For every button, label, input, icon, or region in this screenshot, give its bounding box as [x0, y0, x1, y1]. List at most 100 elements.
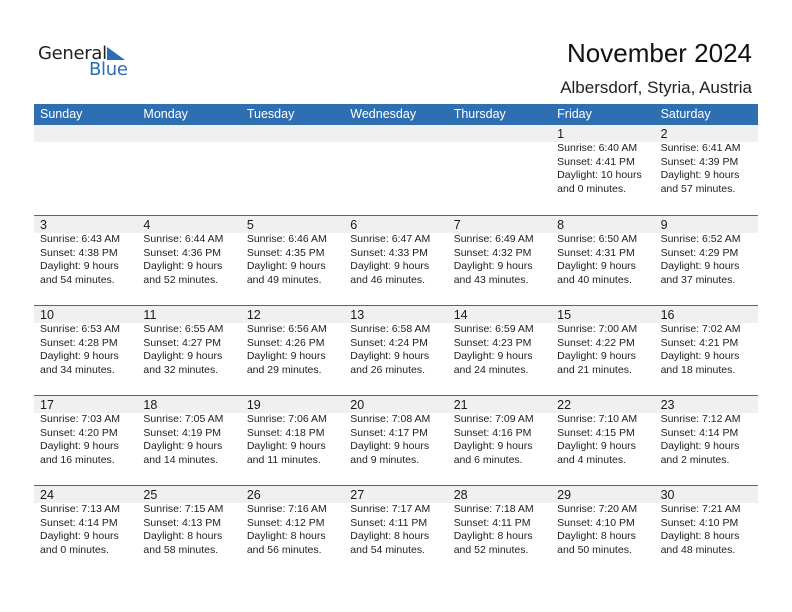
day-cell	[34, 125, 137, 215]
sunrise-text: Sunrise: 6:56 AM	[246, 323, 327, 335]
sunrise-text: Sunrise: 7:17 AM	[350, 503, 431, 515]
sunset-text: Sunset: 4:21 PM	[660, 336, 739, 349]
day-number: 1	[557, 127, 565, 141]
sunset-text: Sunset: 4:41 PM	[557, 155, 635, 168]
sunrise-text: Sunrise: 6:53 AM	[40, 323, 120, 335]
day-number: 20	[350, 398, 365, 412]
sunrise-text: Sunrise: 6:46 AM	[246, 233, 327, 245]
daylight-minutes-text: and 16 minutes.	[40, 453, 115, 466]
daylight-minutes-text: and 54 minutes.	[40, 273, 115, 286]
day-number: 24	[40, 488, 54, 502]
sunset-text: Sunset: 4:32 PM	[453, 246, 532, 259]
weekday-wednesday: Wednesday	[350, 107, 417, 121]
daylight-text: Daylight: 9 hours	[660, 260, 740, 272]
daylight-minutes-text: and 14 minutes.	[143, 453, 219, 466]
daylight-minutes-text: and 6 minutes.	[453, 453, 523, 466]
day-number: 4	[143, 218, 151, 232]
day-number: 22	[557, 398, 572, 412]
day-cell: 12 Sunrise: 6:56 AM Sunset: 4:26 PM Dayligh…	[241, 306, 344, 395]
day-number: 15	[557, 308, 572, 322]
week-row: 24 Sunrise: 7:13 AM Sunset: 4:14 PM Dayligh…	[34, 485, 758, 575]
sunrise-text: Sunrise: 6:50 AM	[557, 233, 638, 245]
daylight-text: Daylight: 9 hours	[453, 350, 533, 362]
daylight-text: Daylight: 9 hours	[40, 350, 119, 362]
day-number: 27	[350, 488, 365, 502]
daylight-minutes-text: and 37 minutes.	[660, 273, 736, 286]
weekday-friday: Friday	[557, 107, 592, 121]
day-number: 29	[557, 488, 572, 502]
day-number: 6	[350, 218, 358, 232]
daylight-text: Daylight: 9 hours	[40, 530, 119, 542]
day-cell: 13 Sunrise: 6:58 AM Sunset: 4:24 PM Dayligh…	[344, 306, 447, 395]
daylight-minutes-text: and 11 minutes.	[246, 453, 321, 466]
sunrise-text: Sunrise: 7:09 AM	[453, 413, 534, 425]
brand-name-blue: Blue	[89, 59, 128, 80]
sunrise-text: Sunrise: 7:02 AM	[660, 323, 741, 335]
daylight-minutes-text: and 49 minutes.	[246, 273, 322, 286]
daylight-minutes-text: and 57 minutes.	[660, 182, 736, 195]
day-number: 21	[453, 398, 468, 412]
daylight-minutes-text: and 52 minutes.	[453, 543, 529, 556]
sunrise-text: Sunrise: 6:59 AM	[453, 323, 534, 335]
sunset-text: Sunset: 4:14 PM	[40, 516, 118, 529]
day-number: 26	[246, 488, 261, 502]
sunrise-text: Sunrise: 7:00 AM	[557, 323, 638, 335]
daylight-text: Daylight: 9 hours	[246, 260, 326, 272]
daylight-minutes-text: and 0 minutes.	[557, 182, 627, 195]
day-number: 2	[660, 127, 668, 141]
week-row: 10 Sunrise: 6:53 AM Sunset: 4:28 PM Dayligh…	[34, 305, 758, 395]
sunrise-text: Sunrise: 7:16 AM	[246, 503, 327, 515]
day-cell: 29 Sunrise: 7:20 AM Sunset: 4:10 PM Dayligh…	[551, 486, 654, 575]
daylight-text: Daylight: 9 hours	[40, 440, 119, 452]
daylight-text: Daylight: 9 hours	[557, 350, 636, 362]
sunset-text: Sunset: 4:16 PM	[453, 426, 532, 439]
day-number: 7	[453, 218, 461, 232]
sunrise-text: Sunrise: 6:43 AM	[40, 233, 120, 245]
sunrise-text: Sunrise: 7:20 AM	[557, 503, 638, 515]
day-cell: 21 Sunrise: 7:09 AM Sunset: 4:16 PM Dayligh…	[448, 396, 551, 485]
daylight-minutes-text: and 48 minutes.	[660, 543, 736, 556]
sunrise-text: Sunrise: 7:06 AM	[246, 413, 327, 425]
daylight-text: Daylight: 9 hours	[660, 350, 740, 362]
day-cell	[448, 125, 551, 215]
day-number: 3	[40, 218, 47, 232]
daylight-minutes-text: and 34 minutes.	[40, 363, 115, 376]
week-row: 3 Sunrise: 6:43 AM Sunset: 4:38 PM Daylight…	[34, 215, 758, 305]
daylight-text: Daylight: 8 hours	[453, 530, 533, 542]
daylight-minutes-text: and 40 minutes.	[557, 273, 632, 286]
sunset-text: Sunset: 4:26 PM	[246, 336, 325, 349]
sunrise-text: Sunrise: 6:44 AM	[143, 233, 224, 245]
sunrise-text: Sunrise: 7:05 AM	[143, 413, 224, 425]
day-cell: 11 Sunrise: 6:55 AM Sunset: 4:27 PM Dayligh…	[137, 306, 240, 395]
day-cell: 5 Sunrise: 6:46 AM Sunset: 4:35 PM Daylight…	[241, 216, 344, 305]
weeks-container: 1 Sunrise: 6:40 AM Sunset: 4:41 PM Daylight…	[34, 125, 758, 575]
day-cell: 28 Sunrise: 7:18 AM Sunset: 4:11 PM Dayligh…	[448, 486, 551, 575]
sunset-text: Sunset: 4:22 PM	[557, 336, 635, 349]
day-number: 8	[557, 218, 565, 232]
sunset-text: Sunset: 4:15 PM	[557, 426, 635, 439]
day-cell	[344, 125, 447, 215]
daylight-text: Daylight: 9 hours	[453, 260, 533, 272]
sunrise-text: Sunrise: 7:10 AM	[557, 413, 638, 425]
sunset-text: Sunset: 4:18 PM	[246, 426, 325, 439]
daylight-minutes-text: and 54 minutes.	[350, 543, 425, 556]
day-number	[247, 125, 344, 142]
day-cell: 26 Sunrise: 7:16 AM Sunset: 4:12 PM Dayligh…	[241, 486, 344, 575]
sunrise-text: Sunrise: 7:15 AM	[143, 503, 224, 515]
day-number	[40, 125, 137, 142]
daylight-minutes-text: and 52 minutes.	[143, 273, 219, 286]
day-number: 28	[453, 488, 468, 502]
weekday-header-row: Sunday Monday Tuesday Wednesday Thursday…	[34, 104, 758, 125]
daylight-minutes-text: and 43 minutes.	[453, 273, 529, 286]
sunrise-text: Sunrise: 7:08 AM	[350, 413, 431, 425]
sunset-text: Sunset: 4:28 PM	[40, 336, 118, 349]
day-cell: 1 Sunrise: 6:40 AM Sunset: 4:41 PM Daylight…	[551, 125, 654, 215]
sunrise-text: Sunrise: 6:58 AM	[350, 323, 431, 335]
day-cell: 19 Sunrise: 7:06 AM Sunset: 4:18 PM Dayligh…	[241, 396, 344, 485]
daylight-text: Daylight: 9 hours	[350, 350, 430, 362]
brand-logo: General Blue	[38, 43, 138, 81]
sunset-text: Sunset: 4:13 PM	[143, 516, 222, 529]
sunset-text: Sunset: 4:39 PM	[660, 155, 739, 168]
daylight-minutes-text: and 32 minutes.	[143, 363, 219, 376]
daylight-text: Daylight: 9 hours	[557, 440, 636, 452]
